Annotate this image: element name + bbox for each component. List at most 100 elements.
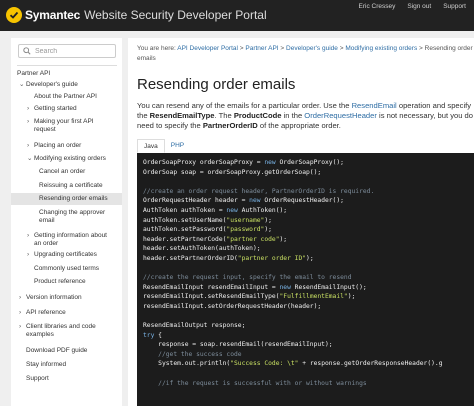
top-links: Eric Cressey Sign out Support: [359, 3, 466, 10]
code-text: authToken.setPassword(: [143, 226, 227, 234]
sidebar-item-label: Stay informed: [26, 361, 67, 368]
sidebar-item[interactable]: › Upgrading certificates: [11, 251, 122, 259]
sidebar-item-label: Reissuing a certificate: [39, 182, 103, 189]
code-line: resendEmailInput.setOrderRequestHeader(h…: [143, 302, 468, 312]
code-text: );: [347, 293, 356, 301]
chevron-down-icon[interactable]: ⌄: [19, 81, 26, 89]
search-icon: [23, 47, 31, 55]
sidebar-item-label: API reference: [26, 309, 66, 316]
inline-link[interactable]: OrderRequestHeader: [304, 111, 377, 120]
code-line: OrderSoapProxy orderSoapProxy = new Orde…: [143, 158, 468, 168]
sidebar-item[interactable]: › Placing an order: [11, 142, 122, 150]
sidebar-item[interactable]: › API reference: [11, 309, 122, 317]
sidebar-item-label: Version information: [26, 294, 82, 301]
sidebar-item[interactable]: Changing the approver email: [11, 209, 122, 225]
breadcrumb-link[interactable]: API Developer Portal: [177, 45, 238, 52]
code-keyword: new: [279, 283, 291, 291]
chevron-right-icon[interactable]: ›: [27, 251, 34, 259]
sidebar-item-label: Changing the approver email: [39, 209, 106, 224]
sidebar-item-label: Getting started: [34, 105, 77, 112]
code-line: try {: [143, 331, 468, 341]
sidebar-item-label: Resending order emails: [39, 195, 108, 202]
code-text: resendEmailInput.setResendEmailType(: [143, 293, 280, 301]
breadcrumb-separator: >: [278, 45, 287, 52]
nav-divider: [17, 65, 117, 66]
code-line: //create the request input, specify the …: [143, 273, 468, 283]
code-string: "FulfillmentEmail": [279, 293, 348, 301]
sidebar-item[interactable]: Download PDF guide: [11, 347, 122, 355]
sidebar-item[interactable]: Support: [11, 375, 122, 383]
sidebar-item[interactable]: Resending order emails: [11, 193, 122, 205]
code-text: OrderSoap soap = orderSoapProxy.getOrder…: [143, 168, 322, 176]
sidebar-item-label: Placing an order: [34, 142, 82, 149]
sidebar-item[interactable]: Cancel an order: [11, 168, 122, 176]
code-line: OrderRequestHeader header = new OrderReq…: [143, 196, 468, 206]
sidebar-item[interactable]: Reissuing a certificate: [11, 182, 122, 190]
code-line: OrderSoap soap = orderSoapProxy.getOrder…: [143, 168, 468, 178]
sidebar-item[interactable]: ⌄ Modifying existing orders: [11, 155, 122, 163]
sidebar-item[interactable]: › Making your first API request: [11, 118, 122, 134]
search-input[interactable]: [35, 47, 105, 55]
code-line: //get the success code: [143, 350, 468, 360]
intro-text: of the appropriate order.: [257, 121, 341, 130]
sidebar-item[interactable]: ⌄ Developer's guide: [11, 81, 122, 89]
code-string: "partner code": [226, 235, 280, 243]
sign-out-link[interactable]: Sign out: [407, 3, 431, 10]
chevron-down-icon[interactable]: ⌄: [27, 155, 34, 163]
code-text: OrderRequestHeader();: [260, 197, 344, 205]
sidebar-item-label: Getting information about an order: [34, 232, 107, 247]
code-text: System.out.println(: [143, 360, 231, 368]
code-text: OrderSoapProxy orderSoapProxy =: [143, 159, 265, 166]
sidebar-item[interactable]: Partner API: [11, 70, 122, 78]
tab-java[interactable]: Java: [137, 139, 165, 153]
sidebar-item[interactable]: › Getting started: [11, 105, 122, 113]
sidebar-item-label: Partner API: [17, 70, 51, 77]
code-line: response = soap.resendEmail(resendEmailI…: [143, 340, 468, 350]
sidebar-item[interactable]: › Client libraries and code examples: [11, 323, 122, 339]
checkmark-logo-icon: [6, 7, 22, 23]
chevron-right-icon[interactable]: ›: [27, 142, 34, 150]
sidebar-item-label: Making your first API request: [34, 118, 94, 133]
intro-text: in the: [281, 111, 305, 120]
chevron-right-icon[interactable]: ›: [27, 232, 34, 240]
code-text: + response.getOrderResponseHeader().g: [298, 360, 443, 368]
tab-php[interactable]: PHP: [165, 139, 190, 153]
chevron-right-icon[interactable]: ›: [19, 309, 26, 317]
sidebar-item[interactable]: About the Partner API: [11, 93, 122, 101]
breadcrumb-link[interactable]: Developer's guide: [286, 45, 338, 52]
main-content: You are here: API Developer Portal > Par…: [128, 38, 474, 406]
code-text: authToken.setUserName(: [143, 216, 227, 224]
code-string: "password": [226, 226, 265, 234]
chevron-right-icon[interactable]: ›: [27, 118, 34, 126]
support-link[interactable]: Support: [443, 3, 466, 10]
code-comment: //get the success code: [143, 350, 242, 358]
code-text: ResendEmailInput resendEmailInput =: [143, 283, 280, 291]
code-string: "Success Code: \t": [230, 360, 299, 368]
sidebar-item[interactable]: Commonly used terms: [11, 265, 122, 273]
code-line: header.setPartnerCode("partner code");: [143, 235, 468, 245]
sidebar-item[interactable]: › Getting information about an order: [11, 232, 122, 248]
sidebar-item[interactable]: Product reference: [11, 278, 122, 286]
user-name-link[interactable]: Eric Cressey: [359, 3, 396, 10]
inline-link[interactable]: ResendEmail: [352, 101, 397, 110]
breadcrumb-link[interactable]: Modifying existing orders: [345, 45, 417, 52]
code-line: resendEmailInput.setResendEmailType("Ful…: [143, 292, 468, 302]
sidebar: Partner API ⌄Developer's guide About the P…: [11, 38, 122, 406]
chevron-right-icon[interactable]: ›: [27, 105, 34, 113]
chevron-right-icon[interactable]: ›: [19, 294, 26, 302]
symantec-logo[interactable]: Symantec Website Security Developer Port…: [6, 7, 267, 23]
breadcrumb-separator: >: [417, 45, 425, 52]
code-keyword: try: [143, 331, 155, 339]
inline-term: ProductCode: [233, 111, 282, 120]
breadcrumb-link[interactable]: Partner API: [245, 45, 278, 52]
code-text: );: [264, 226, 272, 234]
sidebar-item[interactable]: › Version information: [11, 294, 122, 302]
sidebar-item[interactable]: Stay informed: [11, 361, 122, 369]
sidebar-item-label: About the Partner API: [34, 93, 97, 100]
breadcrumb: You are here: API Developer Portal > Par…: [137, 44, 473, 64]
chevron-right-icon[interactable]: ›: [19, 323, 26, 331]
